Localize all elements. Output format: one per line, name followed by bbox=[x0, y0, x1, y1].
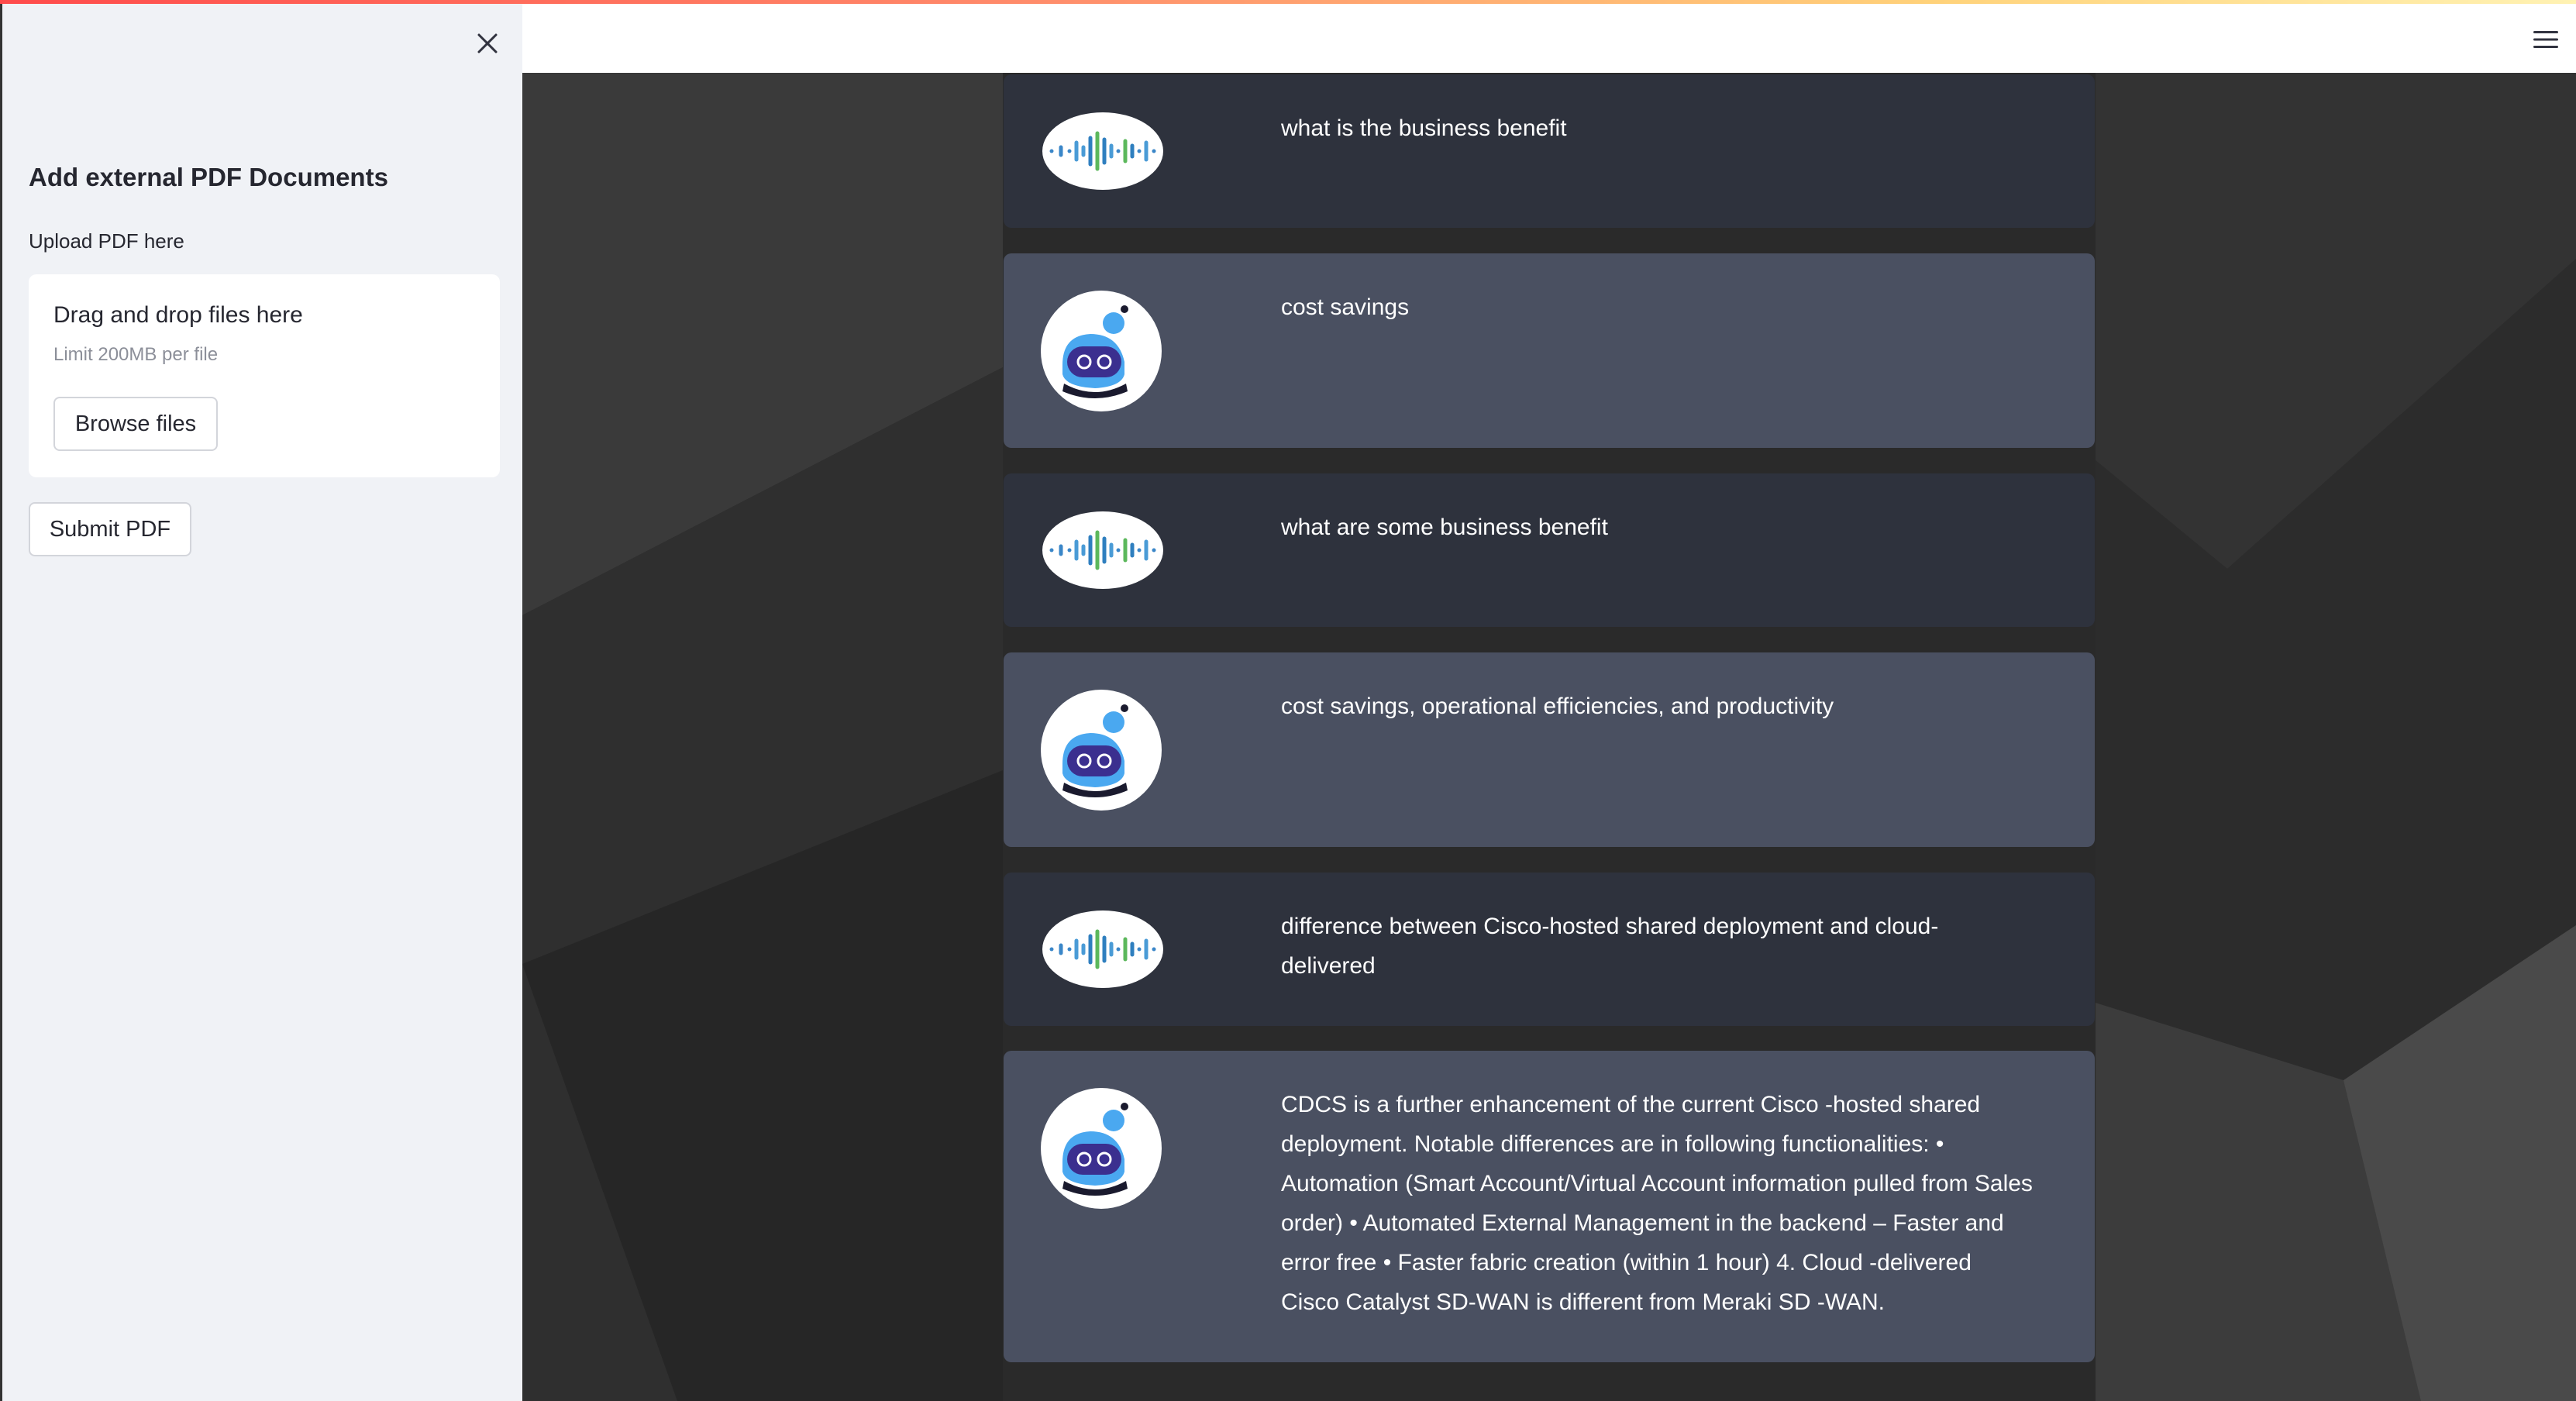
chat-message-user: what are some business benefit bbox=[1004, 473, 2095, 627]
chat-message-text: what is the business benefit bbox=[1281, 115, 1567, 141]
chat-message-text: what are some business benefit bbox=[1281, 515, 1608, 540]
main-menu-button[interactable] bbox=[2528, 22, 2564, 57]
sidebar-close-button[interactable] bbox=[464, 20, 511, 67]
upload-label: Upload PDF here bbox=[29, 229, 184, 253]
sidebar: Add external PDF Documents Upload PDF he… bbox=[0, 0, 522, 1401]
browse-files-button[interactable]: Browse files bbox=[53, 397, 218, 451]
submit-pdf-button[interactable]: Submit PDF bbox=[29, 502, 191, 556]
chat-message-assistant: cost savings bbox=[1004, 253, 2095, 448]
chat-message-user: what is the business benefit bbox=[1004, 74, 2095, 228]
chat-message-text: cost savings bbox=[1281, 294, 1410, 320]
app-window: Add external PDF Documents Upload PDF he… bbox=[0, 0, 2576, 1401]
robot-icon bbox=[1041, 1088, 1162, 1209]
top-decoration-stripe bbox=[0, 0, 2576, 4]
chat-message-assistant: CDCS is a further enhancement of the cur… bbox=[1004, 1051, 2095, 1362]
top-header bbox=[522, 0, 2576, 73]
file-dropzone[interactable]: Drag and drop files here Limit 200MB per… bbox=[29, 274, 500, 477]
voice-wave-icon bbox=[1041, 910, 1165, 989]
hamburger-menu-icon bbox=[2533, 31, 2558, 48]
chat-message-user: difference between Cisco-hosted shared d… bbox=[1004, 873, 2095, 1026]
chat-message-assistant: cost savings, operational efficiencies, … bbox=[1004, 652, 2095, 847]
sidebar-title: Add external PDF Documents bbox=[29, 163, 388, 191]
robot-icon bbox=[1041, 690, 1162, 811]
dropzone-limit: Limit 200MB per file bbox=[53, 344, 219, 365]
close-icon bbox=[477, 33, 498, 53]
robot-icon bbox=[1041, 291, 1162, 411]
voice-wave-icon bbox=[1041, 511, 1165, 590]
voice-wave-icon bbox=[1041, 112, 1165, 191]
chat-message-text: CDCS is a further enhancement of the cur… bbox=[1281, 1092, 2033, 1315]
dropzone-title: Drag and drop files here bbox=[53, 302, 303, 328]
chat-message-text: cost savings, operational efficiencies, … bbox=[1281, 694, 1834, 719]
chat-message-text: difference between Cisco-hosted shared d… bbox=[1281, 914, 1939, 979]
chat-area: what is the business benefit cost saving… bbox=[522, 73, 2576, 1401]
